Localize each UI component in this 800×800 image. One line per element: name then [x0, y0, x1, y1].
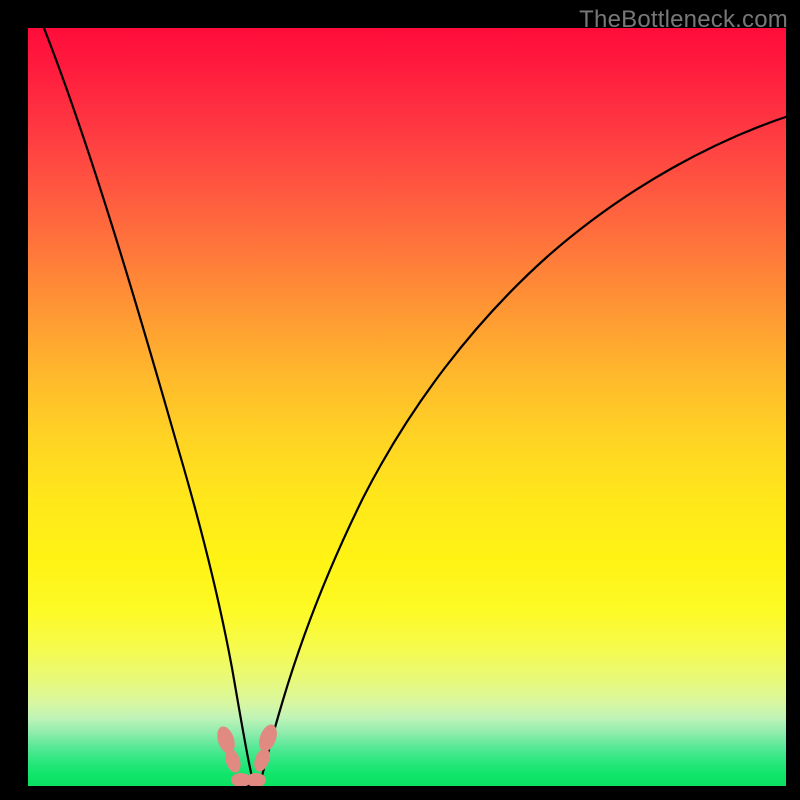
- chart-curve-svg: [28, 28, 786, 786]
- curve-left-branch: [40, 28, 254, 786]
- chart-plot-area: [28, 28, 786, 786]
- curve-right-branch: [260, 113, 786, 784]
- marker-right-upper: [256, 722, 281, 754]
- watermark-text: TheBottleneck.com: [579, 6, 788, 34]
